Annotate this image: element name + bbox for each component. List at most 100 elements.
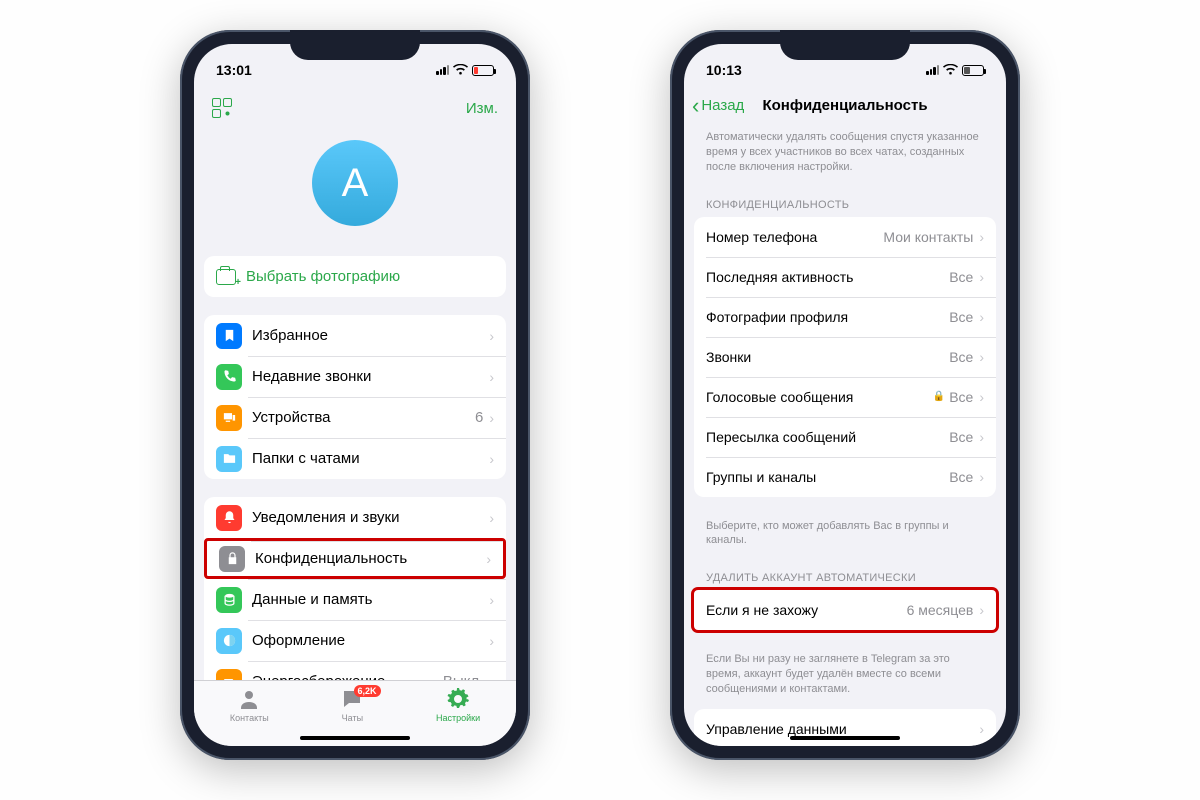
privacy-group: Номер телефонаМои контакты›Последняя акт… [694,217,996,497]
privacy-row[interactable]: Последняя активностьВсе› [694,257,996,297]
row-label: Избранное [252,327,489,344]
settings-row-data[interactable]: Данные и память› [204,579,506,620]
chevron-right-icon: › [979,309,984,325]
privacy-row[interactable]: Пересылка сообщенийВсе › [694,417,996,457]
settings-row-devices[interactable]: Устройства6› [204,397,506,438]
settings-group-1: Избранное›Недавние звонки›Устройства6›Па… [204,315,506,479]
contacts-icon [237,687,261,711]
status-icons [926,63,984,78]
row-value: Все [949,429,973,445]
section-header-delete: УДАЛИТЬ АККАУНТ АВТОМАТИЧЕСКИ [694,560,996,590]
row-label: Энергосбережение [252,673,443,680]
chevron-right-icon: › [489,674,494,681]
tab-chats[interactable]: 6,2K Чаты [340,687,364,723]
choose-photo-row[interactable]: Выбрать фотографию [204,256,506,297]
settings-row-lock[interactable]: Конфиденциальность› [204,538,506,579]
privacy-row[interactable]: ЗвонкиВсе › [694,337,996,377]
chevron-right-icon: › [489,510,494,526]
data-mgmt-group: Управление данными › [694,709,996,746]
settings-row-bell[interactable]: Уведомления и звуки› [204,497,506,538]
edit-button[interactable]: Изм. [466,100,498,117]
tab-settings[interactable]: Настройки [436,687,480,723]
lock-icon: 🔒 [933,391,945,402]
chevron-right-icon: › [979,429,984,445]
settings-group-2: Уведомления и звуки›Конфиденциальность›Д… [204,497,506,680]
privacy-row[interactable]: Номер телефонаМои контакты› [694,217,996,257]
chevron-right-icon: › [979,602,984,618]
row-value: Выкл. [443,673,483,680]
battery-icon [962,65,984,76]
appearance-icon [216,628,242,654]
row-label: Папки с чатами [252,450,489,467]
signal-icon [926,65,939,75]
row-label: Звонки [706,349,949,365]
chevron-right-icon: › [489,410,494,426]
chevron-right-icon: › [979,469,984,485]
row-label: Недавние звонки [252,368,489,385]
row-value: 🔒Все [933,389,974,405]
settings-header: Изм. [194,86,516,130]
lock-icon [219,546,245,572]
auto-delete-row[interactable]: Если я не захожу 6 месяцев › [694,590,996,630]
privacy-header: ‹ Назад Конфиденциальность [684,86,1006,126]
avatar[interactable]: A [312,140,398,226]
row-value: Все [949,309,973,325]
bell-icon [216,505,242,531]
row-value: Все [949,469,973,485]
qr-icon[interactable] [212,98,232,118]
phone-icon [216,364,242,390]
data-mgmt-row[interactable]: Управление данными › [694,709,996,746]
row-label: Конфиденциальность [255,550,486,567]
row-label: Голосовые сообщения [706,389,933,405]
camera-icon [216,269,236,285]
privacy-row[interactable]: Фотографии профиляВсе› [694,297,996,337]
back-label: Назад [701,97,744,114]
settings-row-phone[interactable]: Недавние звонки› [204,356,506,397]
row-value: Все [949,269,973,285]
row-label: Группы и каналы [706,469,949,485]
wifi-icon [453,63,468,78]
chats-badge: 6,2K [354,685,381,697]
privacy-footer: Выберите, кто может добавлять Вас в груп… [694,515,996,561]
battery-icon [472,65,494,76]
home-indicator[interactable] [300,736,410,740]
phone-frame-right: 10:13 ‹ Назад Конфиденциальность Автомат… [670,30,1020,760]
settings-row-folder[interactable]: Папки с чатами› [204,438,506,479]
settings-row-appearance[interactable]: Оформление› [204,620,506,661]
row-label: Оформление [252,632,489,649]
row-value: Все [949,349,973,365]
back-button[interactable]: ‹ Назад [692,95,744,117]
settings-row-bookmark[interactable]: Избранное› [204,315,506,356]
phone-frame-left: 13:01 Изм. A Выбрать фотографию [180,30,530,760]
section-header-privacy: КОНФИДЕНЦИАЛЬНОСТЬ [694,187,996,217]
row-value: Мои контакты [883,229,973,245]
row-label: Уведомления и звуки [252,509,489,526]
privacy-content[interactable]: Автоматически удалять сообщения спустя у… [684,126,1006,746]
chevron-right-icon: › [489,592,494,608]
chevron-right-icon: › [979,721,984,737]
battery-icon [216,669,242,681]
wifi-icon [943,63,958,78]
tab-settings-label: Настройки [436,713,480,723]
tab-chats-label: Чаты [342,713,363,723]
chevron-right-icon: › [489,328,494,344]
choose-photo-group: Выбрать фотографию [204,256,506,297]
chevron-right-icon: › [489,633,494,649]
settings-row-battery[interactable]: ЭнергосбережениеВыкл. › [204,661,506,680]
chevron-right-icon: › [979,389,984,405]
status-icons [436,63,494,78]
settings-content[interactable]: Выбрать фотографию Избранное›Недавние зв… [194,256,516,680]
row-label: Последняя активность [706,269,949,285]
row-value: 6 [475,409,483,426]
chevron-right-icon: › [979,229,984,245]
chevron-right-icon: › [489,451,494,467]
chevron-right-icon: › [979,349,984,365]
chevron-right-icon: › [486,551,491,567]
home-indicator[interactable] [790,736,900,740]
privacy-row[interactable]: Голосовые сообщения🔒Все › [694,377,996,417]
notch [290,30,420,60]
row-label: Пересылка сообщений [706,429,949,445]
privacy-row[interactable]: Группы и каналыВсе › [694,457,996,497]
tab-contacts[interactable]: Контакты [230,687,269,723]
devices-icon [216,405,242,431]
